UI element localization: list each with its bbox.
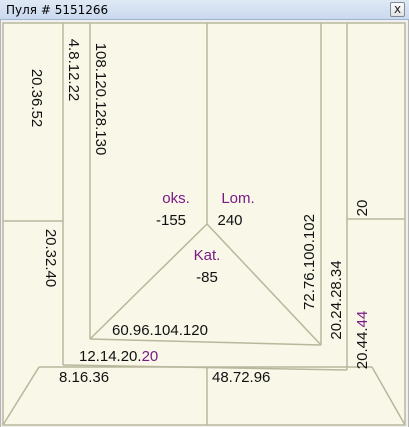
player-lom-name: Lom. [221, 190, 254, 207]
score-sheet-area: 20.36.52 4.8.12.22 108.120.128.130 20.32… [0, 20, 409, 427]
left-outer-scores: 20.36.52 [28, 69, 45, 127]
window-title: Пуля # 5151266 [6, 3, 109, 17]
right-upper-score: 20 [354, 200, 371, 217]
left-lower-scores: 20.32.40 [42, 229, 59, 287]
right-outer-scores: 20.44.44 [354, 311, 371, 369]
right-outer-plain: 20.44. [354, 327, 371, 369]
bottom-inner-scores: 60.96.104.120 [112, 322, 208, 339]
bottom-mid-highlight: 20 [142, 348, 159, 365]
title-bar: Пуля # 5151266 x [0, 0, 409, 20]
player-oks-score: -155 [156, 212, 186, 229]
bottom-mid-plain: 12.14.20. [79, 348, 142, 365]
player-lom-score: 240 [217, 212, 242, 229]
player-oks-name: oks. [162, 190, 190, 207]
right-outer-highlight: 44 [354, 311, 371, 328]
player-kat-name: Kat. [194, 247, 221, 264]
bottom-outer-left-scores: 8.16.36 [59, 369, 109, 386]
left-mid-scores: 4.8.12.22 [65, 39, 82, 102]
right-mid-scores: 20.24.28.34 [328, 260, 345, 339]
score-sheet: 20.36.52 4.8.12.22 108.120.128.130 20.32… [2, 22, 406, 426]
left-inner-scores: 108.120.128.130 [92, 43, 109, 156]
bottom-outer-right-scores: 48.72.96 [212, 369, 270, 386]
player-kat-score: -85 [196, 269, 218, 286]
right-inner-scores: 72.76.100.102 [301, 214, 318, 310]
close-button[interactable]: x [390, 2, 405, 17]
bottom-mid-scores: 12.14.20.20 [79, 348, 158, 365]
